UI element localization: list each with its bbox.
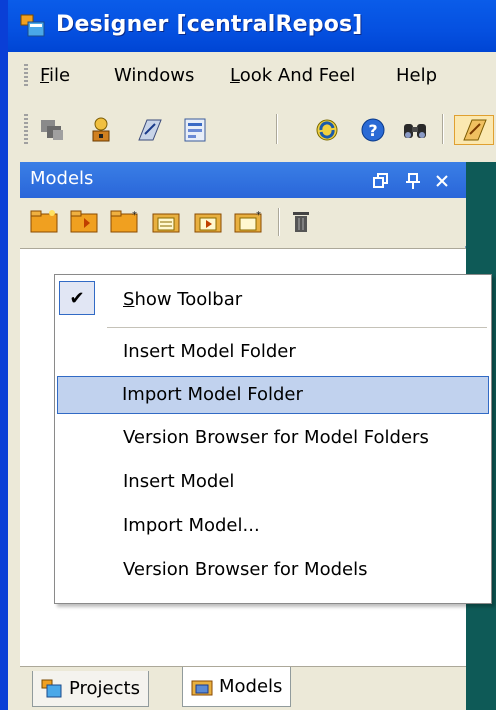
menu-item-insert-model-label: Insert Model [123,471,235,492]
pin-icon[interactable] [404,166,422,195]
models-tab-icon [191,680,213,695]
context-menu-separator [107,327,487,328]
menu-item-show-toolbar[interactable]: ✔ Show Toolbar [57,279,489,319]
toolbar-grip[interactable] [24,114,28,144]
menu-item-import-model-folder[interactable]: Import Model Folder [57,376,489,414]
title-bar[interactable]: Designer [centralRepos] [8,0,496,52]
form-icon[interactable] [180,115,210,145]
main-toolbar: ? [8,100,496,158]
model-star-icon[interactable]: * [234,208,262,234]
models-icon[interactable] [134,115,164,145]
new-folder-icon[interactable] [30,208,58,234]
toolbar-separator-2 [442,114,444,144]
panel-toolbar-separator [278,208,280,236]
menu-item-import-model[interactable]: Import Model... [57,509,489,545]
menu-bar: File Windows Look And Feel Help [8,52,496,100]
panel-toolbar: * * [20,198,466,246]
menu-look-label: ook And Feel [239,65,356,86]
menubar-grip[interactable] [24,64,28,88]
tab-projects[interactable]: Projects [32,671,149,707]
check-icon: ✔ [59,281,95,315]
tab-projects-label: Projects [69,678,140,699]
panel-header[interactable]: Models [20,162,466,198]
menu-item-import-model-label: Import Model... [123,515,260,536]
menu-item-insert-model-folder[interactable]: Insert Model Folder [57,335,489,371]
menu-item-insert-model-folder-label: Insert Model Folder [123,341,296,362]
menu-help[interactable]: Help [396,65,437,86]
panel-title: Models [30,168,94,189]
menu-look-and-feel[interactable]: Look And Feel [230,65,355,86]
svg-text:*: * [256,210,261,221]
user-lock-icon[interactable] [86,115,116,145]
menu-item-import-model-folder-label: Import Model Folder [122,384,303,405]
show-toolbar-rest: how Toolbar [134,289,243,310]
menu-item-version-browser-folders[interactable]: Version Browser for Model Folders [57,421,489,457]
trash-icon[interactable] [290,208,312,234]
import-model-icon[interactable] [194,208,222,234]
menu-windows[interactable]: Windows [114,65,194,86]
restore-icon[interactable] [372,166,390,195]
menu-item-version-browser-models-label: Version Browser for Models [123,559,368,580]
projects-icon [41,679,62,697]
open-models-icon[interactable] [454,115,494,145]
menu-windows-label: Windows [114,65,195,86]
menu-item-version-browser-models[interactable]: Version Browser for Models [57,553,489,589]
refresh-icon[interactable] [312,115,342,145]
menu-item-show-toolbar-label: Show Toolbar [123,289,242,310]
context-menu: ✔ Show Toolbar Insert Model Folder Impor… [54,274,492,604]
import-folder-icon[interactable] [70,208,98,234]
tab-models[interactable]: Models [182,667,292,707]
tab-models-label: Models [219,676,283,697]
menu-file[interactable]: File [40,65,70,86]
show-toolbar-mnemonic: S [123,289,135,310]
svg-text:?: ? [368,121,377,140]
binoculars-icon[interactable] [400,115,430,145]
menu-look-mnemonic: L [230,65,240,86]
panel-tabs: Projects Models [20,666,466,710]
menu-file-label: ile [49,65,71,86]
folder-star-icon[interactable]: * [110,208,138,234]
app-icon [20,14,45,37]
new-model-icon[interactable] [152,208,180,234]
menu-item-version-browser-folders-label: Version Browser for Model Folders [123,427,429,448]
svg-text:*: * [132,210,137,221]
menu-item-insert-model[interactable]: Insert Model [57,465,489,501]
menu-help-label: Help [396,65,438,86]
stack-icon[interactable] [38,115,68,145]
menu-file-mnemonic: F [40,65,50,86]
window-title: Designer [centralRepos] [56,12,363,37]
toolbar-separator [276,114,278,144]
help-icon[interactable]: ? [358,115,388,145]
close-icon[interactable] [434,166,450,194]
